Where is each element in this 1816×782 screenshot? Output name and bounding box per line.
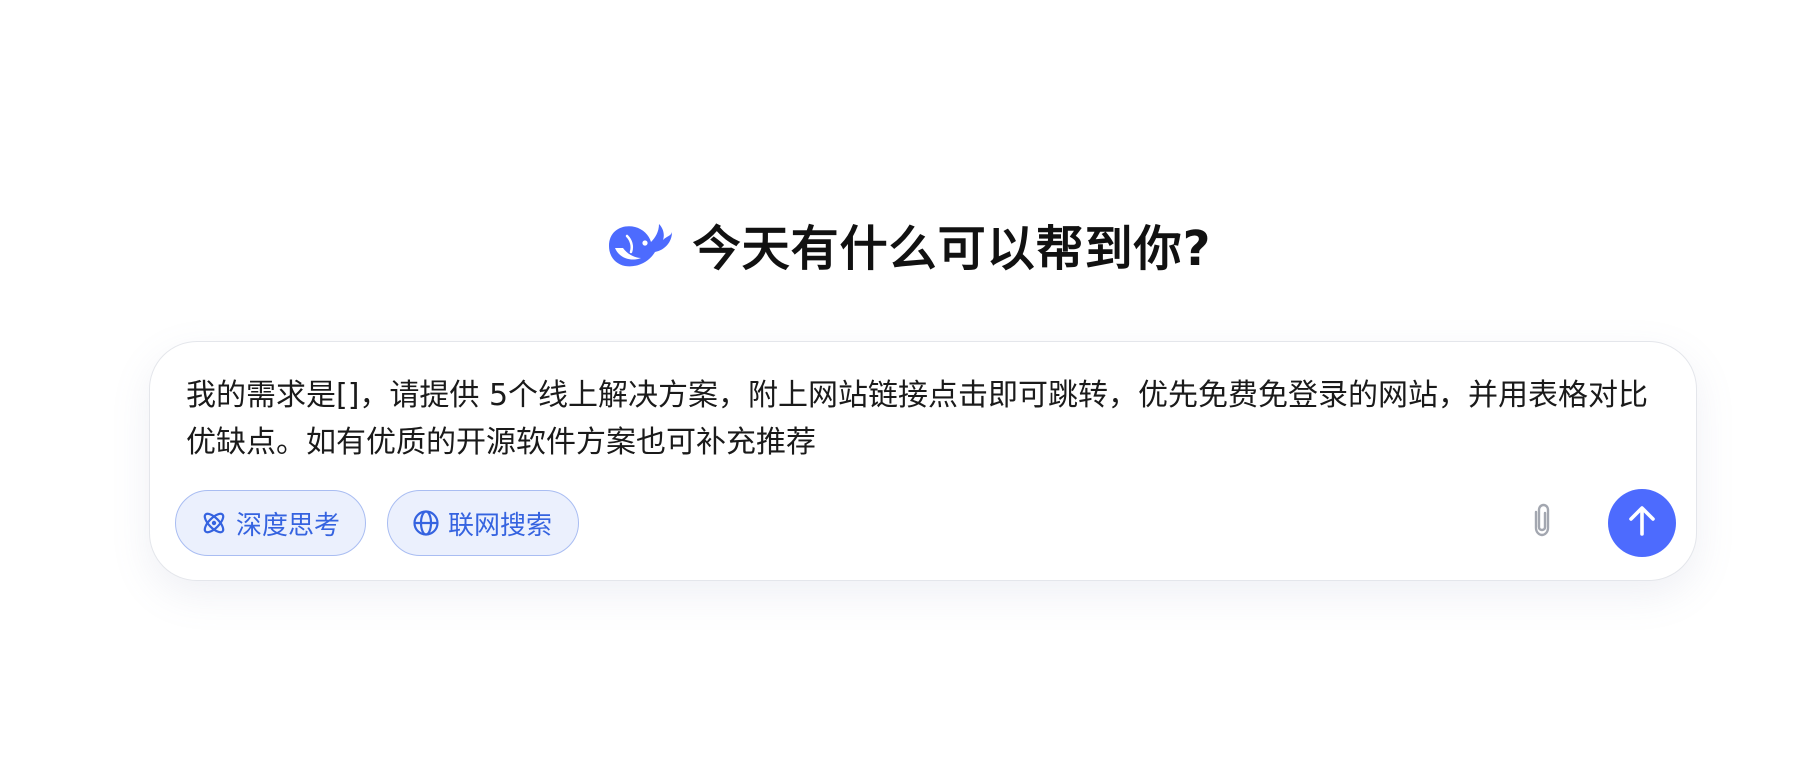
- page-title: 今天有什么可以帮到你?: [692, 221, 1212, 277]
- greeting-header: 今天有什么可以帮到你?: [0, 214, 1816, 277]
- deep-think-label: 深度思考: [236, 510, 341, 541]
- send-button[interactable]: [1608, 489, 1676, 557]
- globe-icon: [412, 509, 440, 537]
- arrow-up-icon: [1627, 505, 1657, 541]
- atom-icon: [200, 509, 228, 537]
- message-input[interactable]: 我的需求是[]，请提供 5个线上解决方案，附上网站链接点击即可跳转，优先免费免登…: [186, 372, 1666, 466]
- page: 今天有什么可以帮到你? 我的需求是[]，请提供 5个线上解决方案，附上网站链接点…: [0, 0, 1816, 782]
- web-search-label: 联网搜索: [448, 510, 553, 541]
- chat-composer: 我的需求是[]，请提供 5个线上解决方案，附上网站链接点击即可跳转，优先免费免登…: [149, 341, 1697, 581]
- deepseek-whale-icon: [605, 218, 673, 270]
- attach-file-button[interactable]: [1521, 502, 1561, 542]
- web-search-button[interactable]: 联网搜索: [387, 490, 579, 556]
- paperclip-icon: [1527, 502, 1555, 542]
- deep-think-button[interactable]: 深度思考: [175, 490, 366, 556]
